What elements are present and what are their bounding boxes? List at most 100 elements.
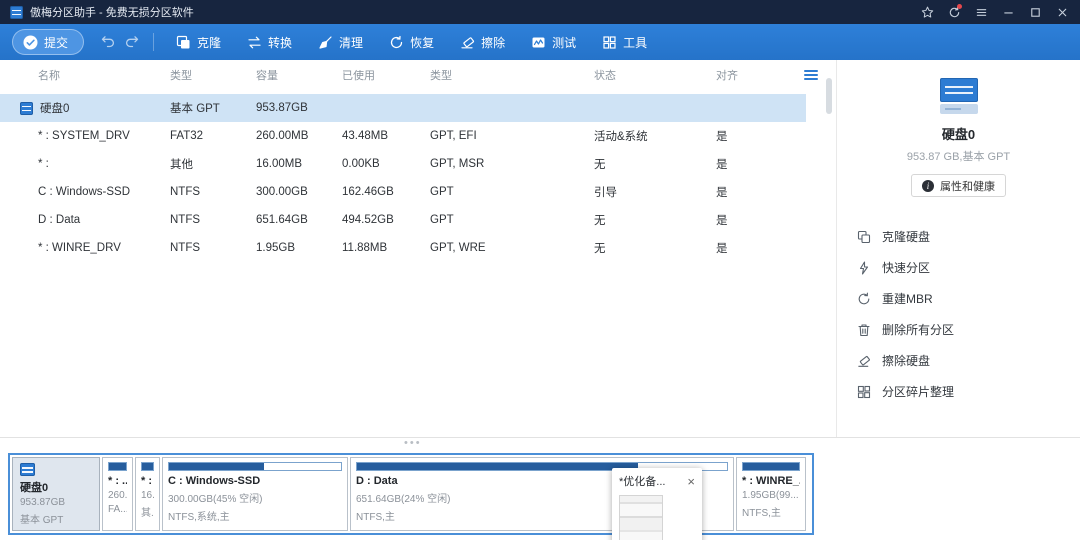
block-disk-size: 953.87GB — [20, 497, 92, 507]
partition-block-c-drive[interactable]: C : Windows-SSD 300.00GB(45% 空闲) NTFS,系统… — [162, 457, 348, 531]
clean-icon — [318, 35, 333, 50]
view-options-icon[interactable] — [804, 70, 818, 81]
cell-alignment: 是 — [716, 156, 776, 172]
favorite-star-icon[interactable] — [914, 0, 941, 24]
cell-type: GPT, EFI — [430, 130, 594, 142]
column-header-type[interactable]: 类型 — [430, 67, 594, 83]
cell-alignment: 是 — [716, 128, 776, 144]
properties-health-button[interactable]: i 属性和健康 — [911, 174, 1006, 197]
recover-icon — [389, 35, 404, 50]
toolbar-button-tools[interactable]: 工具 — [589, 24, 660, 60]
test-chart-icon — [531, 35, 546, 50]
cell-capacity: 260.00MB — [256, 130, 342, 142]
update-icon[interactable] — [941, 0, 968, 24]
action-defragment[interactable]: 分区碎片整理 — [857, 376, 1080, 407]
notification-popup: *优化备... × — [612, 468, 702, 540]
cell-used: 162.46GB — [342, 186, 430, 198]
column-header-capacity[interactable]: 容量 — [256, 67, 342, 83]
sidebar-disk-name: 硬盘0 — [942, 124, 975, 143]
table-row-winre-drv[interactable]: * : WINRE_DRV NTFS 1.95GB 11.88MB GPT, W… — [0, 234, 806, 262]
cell-type: GPT — [430, 186, 594, 198]
partition-block-winre[interactable]: * : WINRE_... 1.95GB(99... NTFS,主 — [736, 457, 806, 531]
toolbar-button-test[interactable]: 测试 — [518, 24, 589, 60]
cell-capacity: 1.95GB — [256, 242, 342, 254]
cell-status: 活动&系统 — [594, 128, 716, 144]
notification-dot — [957, 4, 962, 9]
cell-alignment: 是 — [716, 212, 776, 228]
cell-alignment: 是 — [716, 240, 776, 256]
cell-name: D : Data — [20, 214, 170, 226]
column-header-alignment[interactable]: 对齐 — [716, 67, 776, 83]
action-delete-all-partitions[interactable]: 删除所有分区 — [857, 314, 1080, 345]
cell-status: 无 — [594, 240, 716, 256]
table-row-c-drive[interactable]: C : Windows-SSD NTFS 300.00GB 162.46GB G… — [0, 178, 806, 206]
close-button[interactable] — [1049, 0, 1076, 24]
menu-icon[interactable] — [968, 0, 995, 24]
toolbar-button-clean[interactable]: 清理 — [305, 24, 376, 60]
cell-fs: NTFS — [170, 214, 256, 226]
toolbar-button-convert[interactable]: 转换 — [234, 24, 305, 60]
cell-status: 无 — [594, 212, 716, 228]
column-header-name[interactable]: 名称 — [20, 67, 170, 83]
partition-block-msr[interactable]: * : 16... 其... — [135, 457, 160, 531]
cell-name: * : — [20, 158, 170, 170]
cell-fs: FAT32 — [170, 130, 256, 142]
defrag-blocks-icon — [857, 385, 871, 399]
app-logo-icon — [10, 6, 23, 19]
trash-icon — [857, 323, 871, 337]
tools-grid-icon — [602, 35, 617, 50]
action-clone-disk[interactable]: 克隆硬盘 — [857, 221, 1080, 252]
maximize-button[interactable] — [1022, 0, 1049, 24]
column-header-fs[interactable]: 类型 — [170, 67, 256, 83]
usage-bar — [141, 462, 154, 471]
cell-alignment: 是 — [716, 184, 776, 200]
table-header: 名称 类型 容量 已使用 类型 状态 对齐 — [0, 62, 828, 88]
minimize-button[interactable] — [995, 0, 1022, 24]
action-rebuild-mbr[interactable]: 重建MBR — [857, 283, 1080, 314]
partition-table: 名称 类型 容量 已使用 类型 状态 对齐 硬盘0 基本 GPT 953.87G… — [0, 60, 836, 437]
cell-used: 11.88MB — [342, 242, 430, 254]
app-window: 傲梅分区助手 - 免费无损分区软件 — [0, 0, 1080, 540]
table-row-disk0[interactable]: 硬盘0 基本 GPT 953.87GB — [0, 94, 806, 122]
undo-button[interactable] — [96, 29, 120, 55]
undo-icon — [100, 35, 116, 49]
toolbar-button-clone[interactable]: 克隆 — [163, 24, 234, 60]
cell-capacity: 300.00GB — [256, 186, 342, 198]
cell-type: GPT — [430, 214, 594, 226]
toolbar-divider — [153, 33, 154, 51]
table-row-d-drive[interactable]: D : Data NTFS 651.64GB 494.52GB GPT 无 是 — [0, 206, 806, 234]
popup-close-icon[interactable]: × — [687, 476, 695, 487]
clone-icon — [176, 35, 191, 50]
table-row-system-drv[interactable]: * : SYSTEM_DRV FAT32 260.00MB 43.48MB GP… — [0, 122, 806, 150]
check-circle-icon — [23, 35, 38, 50]
column-header-status[interactable]: 状态 — [594, 67, 716, 83]
action-wipe-disk[interactable]: 擦除硬盘 — [857, 345, 1080, 376]
table-row-msr[interactable]: * : 其他 16.00MB 0.00KB GPT, MSR 无 是 — [0, 150, 806, 178]
cell-name: * : WINRE_DRV — [20, 242, 170, 254]
cell-type: GPT, WRE — [430, 242, 594, 254]
disk0-block[interactable]: 硬盘0 953.87GB 基本 GPT — [12, 457, 100, 531]
eraser-icon — [460, 35, 475, 50]
toolbar-button-recover[interactable]: 恢复 — [376, 24, 447, 60]
redo-icon — [124, 35, 140, 49]
toolbar-button-wipe[interactable]: 擦除 — [447, 24, 518, 60]
toolbar: 提交 克隆 转换 清理 恢复 擦除 测试 — [0, 24, 1080, 60]
window-title: 傲梅分区助手 - 免费无损分区软件 — [30, 4, 194, 20]
panel-resize-handle[interactable]: ••• — [404, 438, 422, 448]
redo-button[interactable] — [120, 29, 144, 55]
disk-illustration-icon — [940, 78, 978, 114]
column-header-used[interactable]: 已使用 — [342, 67, 430, 83]
cell-type: GPT, MSR — [430, 158, 594, 170]
action-quick-partition[interactable]: 快速分区 — [857, 252, 1080, 283]
cell-status: 无 — [594, 156, 716, 172]
submit-button[interactable]: 提交 — [12, 29, 84, 55]
table-scrollbar[interactable] — [826, 78, 832, 114]
cell-capacity: 651.64GB — [256, 214, 342, 226]
popup-thumbnail[interactable] — [619, 495, 663, 540]
sidebar-actions: 克隆硬盘 快速分区 重建MBR 删除所有分区 擦除硬盘 — [837, 221, 1080, 407]
lightning-icon — [857, 261, 871, 275]
partition-block-system-drv[interactable]: * : ... 260... FA... — [102, 457, 133, 531]
cell-used: 43.48MB — [342, 130, 430, 142]
sidebar-disk-info: 953.87 GB,基本 GPT — [907, 148, 1010, 164]
usage-bar — [108, 462, 127, 471]
